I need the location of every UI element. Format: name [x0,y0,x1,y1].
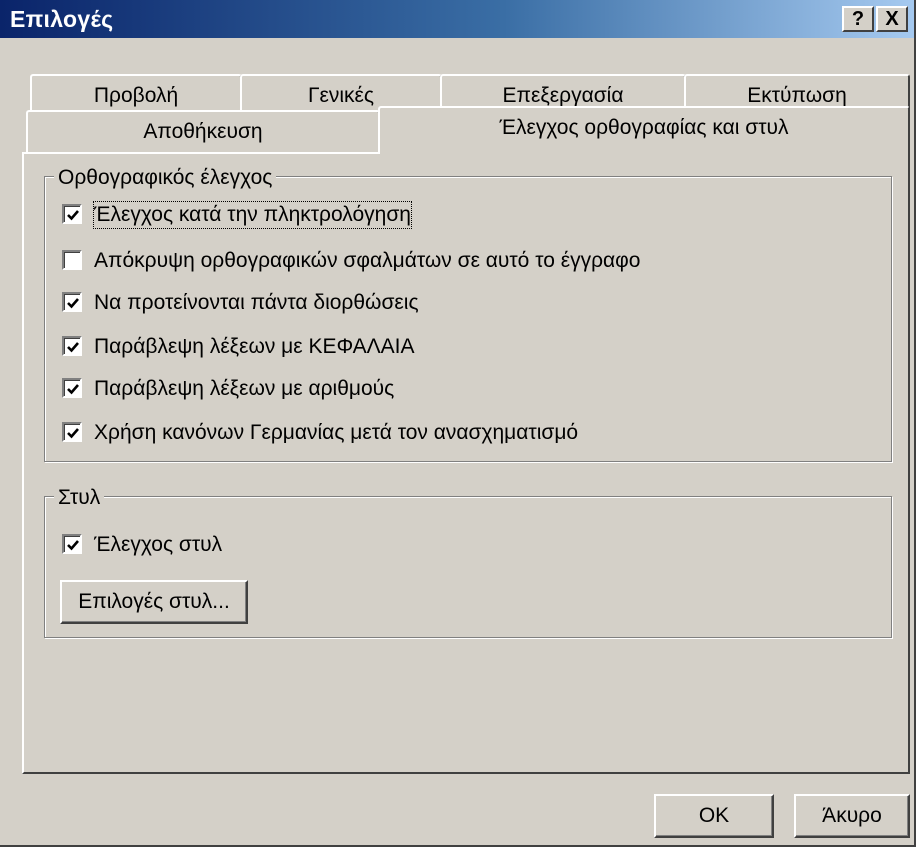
check-style-label: Έλεγχος στυλ [94,533,223,556]
ignore-numbers-checkbox[interactable] [62,378,82,398]
hide-spelling-errors-checkbox[interactable] [62,250,82,270]
title-bar: Επιλογές ? X [0,0,914,38]
always-suggest-label: Να προτείνονται πάντα διορθώσεις [94,291,419,314]
help-button[interactable]: ? [842,6,874,32]
tab-view[interactable]: Προβολή [30,74,242,112]
ok-button[interactable]: OK [654,794,774,838]
close-button[interactable]: X [876,6,908,32]
cancel-button[interactable]: Άκυρο [794,794,910,838]
german-rules-label: Χρήση κανόνων Γερμανίας μετά τον ανασχημ… [94,421,579,444]
style-group-legend: Στυλ [54,486,105,510]
check-as-you-type-label: Έλεγχος κατά την πληκτρολόγηση [93,201,412,229]
hide-spelling-errors-label: Απόκρυψη ορθογραφικών σφαλμάτων σε αυτό … [94,249,641,272]
style-options-button[interactable]: Επιλογές στυλ... [60,580,248,624]
ignore-uppercase-label: Παράβλεψη λέξεων με ΚΕΦΑΛΑΙΑ [94,335,415,358]
always-suggest-checkbox[interactable] [62,292,82,312]
check-as-you-type-checkbox[interactable] [62,204,82,224]
tab-spelling-and-style[interactable]: Έλεγχος ορθογραφίας και στυλ [378,106,910,154]
window-title: Επιλογές [10,6,114,32]
german-rules-checkbox[interactable] [62,422,82,442]
tab-save[interactable]: Αποθήκευση [26,110,380,154]
spelling-group-legend: Ορθογραφικός έλεγχος [54,166,277,190]
ignore-numbers-label: Παράβλεψη λέξεων με αριθμούς [94,377,395,400]
check-style-checkbox[interactable] [62,534,82,554]
options-dialog: Επιλογές ? X Προβολή Γενικές Επεξεργασία… [0,0,916,847]
ignore-uppercase-checkbox[interactable] [62,336,82,356]
